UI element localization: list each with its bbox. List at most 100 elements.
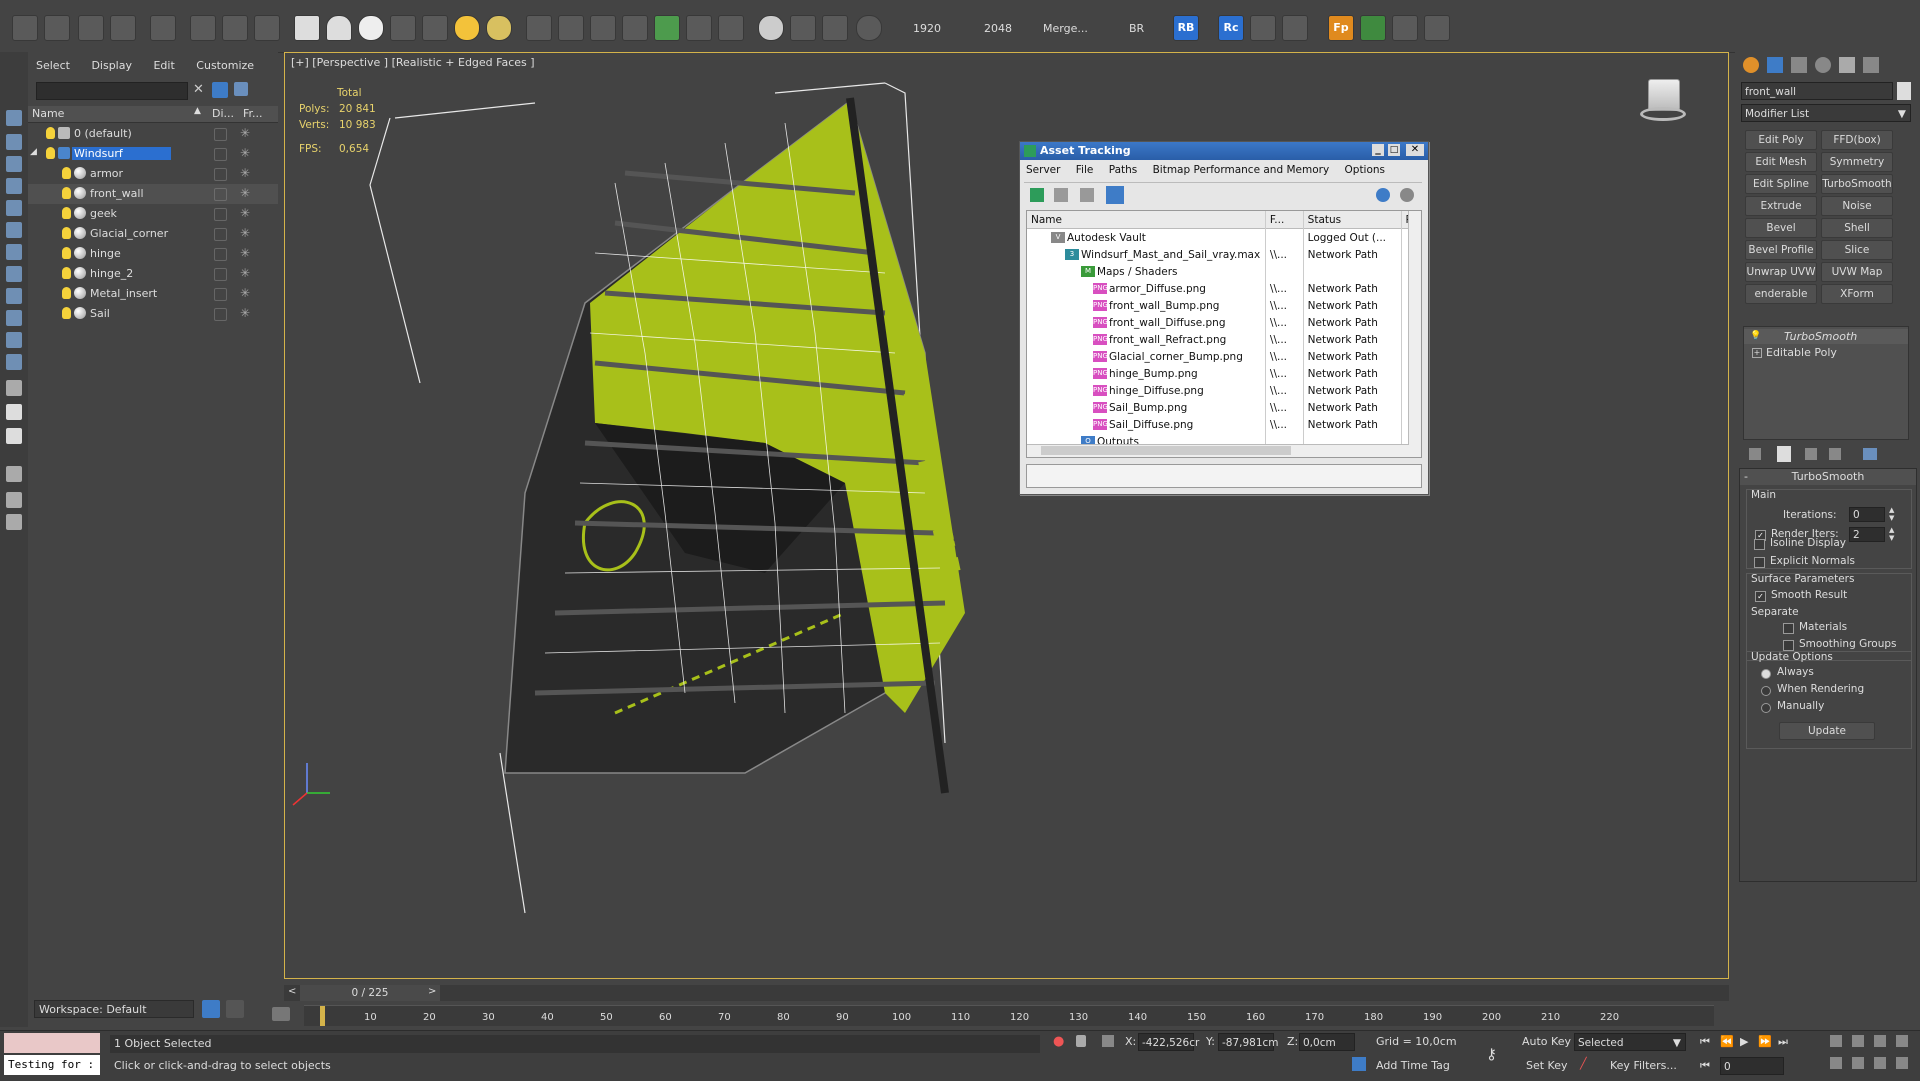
rc-button[interactable]: Rc [1218,15,1244,41]
hemisphere-icon[interactable] [326,15,352,41]
spinner-arrows-icon[interactable]: ▲ ▼ [1889,526,1894,542]
perspective-viewport[interactable]: [+] [Perspective ] [Realistic + Edged Fa… [284,52,1729,979]
modifier-button-symmetry[interactable]: Symmetry [1821,152,1893,172]
key-filters-button[interactable]: Key Filters... [1610,1059,1677,1072]
go-to-start-icon[interactable]: ⏮ [1700,1035,1710,1049]
set-key-button[interactable]: Set Key [1526,1059,1568,1072]
resolution-height[interactable]: 2048 [984,22,1012,35]
modifier-list-dropdown[interactable]: Modifier List ▼ [1741,104,1911,122]
asset-row[interactable]: 3 Windsurf_Mast_and_Sail_vray.max \\... Net… [1027,246,1421,263]
box-primitive-icon[interactable] [294,15,320,41]
maxscript-listener-pink[interactable] [4,1033,100,1053]
menu-display[interactable]: Display [91,59,132,72]
light-bulb-icon[interactable] [62,267,71,279]
time-tag-icon[interactable] [1352,1057,1366,1071]
lock-selection-icon[interactable] [1076,1035,1086,1047]
asset-row[interactable]: PNGhinge_Bump.png \\... Network Path [1027,365,1421,382]
isoline-display-checkbox[interactable] [1754,539,1765,550]
create-tab-icon[interactable] [1743,57,1759,73]
object-row[interactable]: armor ✳ [28,164,278,184]
motion-tab-icon[interactable] [1815,57,1831,73]
menu-customize[interactable]: Customize [196,59,254,72]
add-time-tag-button[interactable]: Add Time Tag [1376,1059,1450,1072]
lock-cell-icon[interactable] [6,514,22,530]
collapse-arrow-icon[interactable]: ◢ [30,147,37,157]
object-row[interactable]: Sail ✳ [28,304,278,324]
modifier-button-bevel-profile[interactable]: Bevel Profile [1745,240,1817,260]
zoom-extents-all-icon[interactable] [1896,1035,1908,1047]
current-frame-field[interactable]: 0 [1720,1057,1784,1075]
menu-server[interactable]: Server [1026,164,1060,176]
time-slider-thumb[interactable]: 0 / 225 [300,985,440,1001]
time-slider[interactable]: < 0 / 225 > [284,985,1729,1001]
key-icon[interactable]: ⚷ [1486,1045,1497,1063]
column-display[interactable]: Di... [212,107,234,120]
sun-light-icon[interactable] [454,15,480,41]
next-key-icon[interactable]: ⏩ [1758,1035,1772,1048]
path-status-field[interactable] [1026,464,1422,488]
display-box-icon[interactable] [214,248,227,261]
schematic-view-icon[interactable] [110,15,136,41]
display-frozen-icon[interactable] [6,354,22,370]
when-rendering-radio[interactable] [1761,686,1771,696]
light-bulb-icon[interactable] [46,147,55,159]
br-button[interactable]: BR [1129,22,1144,35]
freeze-icon[interactable]: ✳ [240,186,250,200]
filter-toggle-icon[interactable] [212,82,228,98]
display-none-icon[interactable] [6,428,22,444]
key-mode-dropdown[interactable]: Selected ▼ [1574,1033,1686,1051]
displacement-icon[interactable] [590,15,616,41]
resolution-width[interactable]: 1920 [913,22,941,35]
dialog-titlebar[interactable]: Asset Tracking _ □ ✕ [1020,142,1428,160]
clear-search-icon[interactable]: ✕ [193,82,204,97]
display-helpers-icon[interactable] [6,222,22,238]
minimize-button[interactable]: _ [1372,143,1384,156]
display-spacewarps-icon[interactable] [6,244,22,260]
display-box-icon[interactable] [214,268,227,281]
object-row[interactable]: geek ✳ [28,204,278,224]
thumbnail-view-icon[interactable] [1080,188,1094,202]
sphere-icon[interactable] [358,15,384,41]
object-row[interactable]: front_wall ✳ [28,184,278,204]
make-unique-icon[interactable] [1805,448,1817,460]
freeze-icon[interactable]: ✳ [240,226,250,240]
utilities-tab-icon[interactable] [1863,57,1879,73]
modifier-button-turbosmooth[interactable]: TurboSmooth [1821,174,1893,194]
freeze-icon[interactable]: ✳ [240,126,250,140]
curve-editor-icon[interactable] [190,15,216,41]
object-name-field[interactable]: front_wall [1741,82,1893,100]
omni-light-icon[interactable] [486,15,512,41]
column-full-path[interactable]: F... [1265,211,1304,229]
list-view-icon[interactable] [1054,188,1068,202]
update-button[interactable]: Update [1779,722,1875,740]
display-lights-icon[interactable] [6,178,22,194]
material-editor-icon[interactable] [78,15,104,41]
forest-icon[interactable] [1360,15,1386,41]
particle-icon[interactable] [526,15,552,41]
menu-file[interactable]: File [1076,164,1094,176]
modifier-button-bevel[interactable]: Bevel [1745,218,1817,238]
object-color-swatch[interactable] [1897,82,1911,100]
column-status[interactable]: Status [1303,211,1402,229]
light-bulb-icon[interactable]: 💡 [1750,331,1761,341]
asset-row[interactable]: PNGSail_Bump.png \\... Network Path [1027,399,1421,416]
display-all-icon[interactable] [6,404,22,420]
light-bulb-icon[interactable] [62,247,71,259]
orbit-icon[interactable] [1874,1057,1886,1069]
display-hidden-icon[interactable] [6,380,22,396]
display-box-icon[interactable] [214,128,227,141]
filter-icon[interactable] [6,466,22,482]
hierarchy-icon[interactable] [226,1000,244,1018]
display-geometry-icon[interactable] [6,134,22,150]
maximize-viewport-icon[interactable] [1896,1057,1908,1069]
display-groups-icon[interactable] [6,266,22,282]
layer-row[interactable]: 0 (default) ✳ [28,124,278,144]
materials-checkbox[interactable] [1783,623,1794,634]
modifier-button-unwrap-uvw[interactable]: Unwrap UVW [1745,262,1817,282]
open-file-icon[interactable] [12,15,38,41]
hierarchy-tab-icon[interactable] [1791,57,1807,73]
manually-radio[interactable] [1761,703,1771,713]
menu-options[interactable]: Options [1345,164,1386,176]
object-row[interactable]: Glacial_corner ✳ [28,224,278,244]
proxy-icon[interactable] [558,15,584,41]
